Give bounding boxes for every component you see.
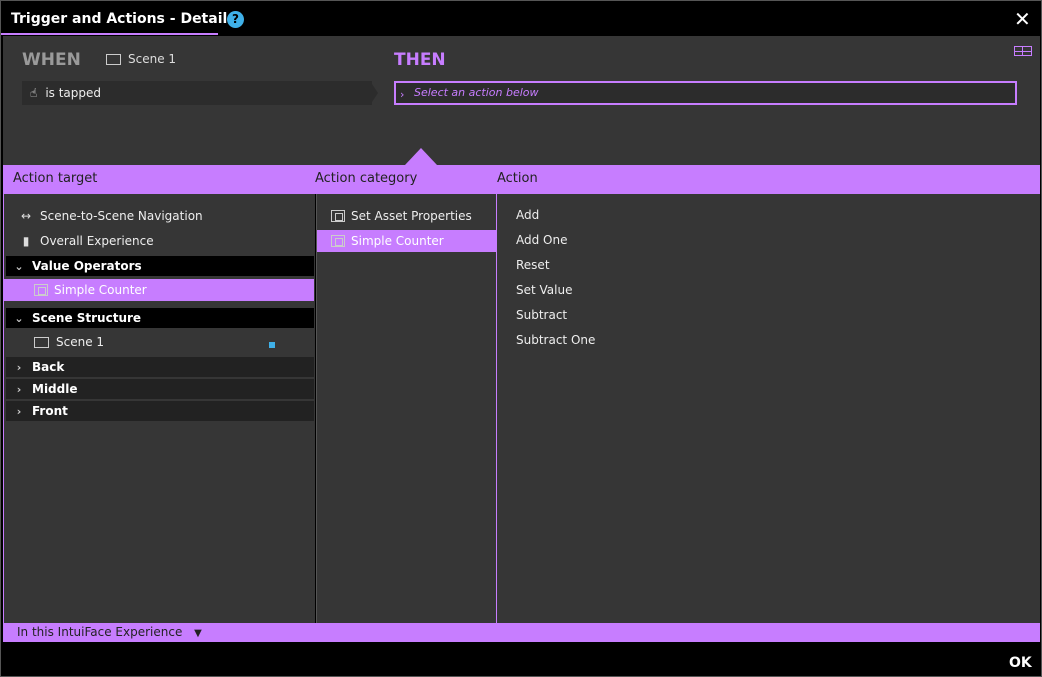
target-label: Simple Counter — [54, 283, 147, 297]
trigger-summary-panel: WHEN Scene 1 ☝ is tapped THEN › Select a… — [3, 36, 1040, 165]
action-list: Add Add One Reset Set Value Subtract Sub… — [496, 194, 1040, 623]
target-label: Scene 1 — [56, 335, 105, 349]
group-label: Middle — [32, 382, 78, 396]
target-scene-navigation[interactable]: ↔ Scene-to-Scene Navigation — [18, 205, 203, 227]
title-bar: Trigger and Actions - Details ? ✕ — [1, 1, 1041, 36]
chevron-down-icon: ▼ — [194, 628, 202, 639]
target-label: Scene-to-Scene Navigation — [40, 209, 203, 223]
navigation-arrows-icon: ↔ — [20, 209, 32, 223]
scope-selector[interactable]: In this IntuiFace Experience ▼ — [3, 623, 1040, 642]
group-label: Front — [32, 404, 68, 418]
target-scene-1[interactable]: Scene 1 — [34, 331, 104, 353]
action-add[interactable]: Add — [516, 208, 539, 222]
action-placeholder: Select an action below — [414, 86, 539, 99]
category-set-asset-properties[interactable]: Set Asset Properties — [331, 205, 472, 227]
trigger-source-label: Scene 1 — [128, 52, 177, 66]
target-label: Overall Experience — [40, 234, 154, 248]
trigger-event[interactable]: ☝ is tapped — [22, 81, 372, 105]
group-scene-structure[interactable]: ⌄ Scene Structure — [6, 308, 314, 328]
group-value-operators[interactable]: ⌄ Value Operators — [6, 256, 314, 276]
when-label: WHEN — [22, 50, 81, 70]
target-overall-experience[interactable]: ▮ Overall Experience — [18, 230, 154, 252]
group-middle[interactable]: › Middle — [6, 379, 314, 399]
action-category-list: Set Asset Properties Simple Counter — [316, 194, 496, 623]
chevron-right-icon: › — [16, 360, 22, 374]
grid-icon[interactable] — [1014, 46, 1032, 56]
title-underline — [1, 33, 218, 35]
group-label: Value Operators — [32, 259, 142, 273]
action-target-header: Action target — [13, 171, 98, 186]
category-simple-counter[interactable]: Simple Counter — [317, 230, 496, 252]
trigger-arrow — [370, 81, 378, 105]
counter-icon — [34, 284, 48, 296]
group-label: Back — [32, 360, 65, 374]
selected-action-field[interactable]: › Select an action below — [394, 81, 1017, 105]
category-label: Simple Counter — [351, 234, 444, 248]
action-category-header: Action category — [315, 171, 418, 186]
action-set-value[interactable]: Set Value — [516, 283, 572, 297]
dialog-window: Trigger and Actions - Details ? ✕ WHEN S… — [0, 0, 1042, 677]
chevron-right-icon: › — [400, 88, 405, 101]
help-icon[interactable]: ? — [227, 11, 244, 28]
action-header: Action — [497, 171, 538, 186]
counter-icon — [331, 235, 345, 247]
action-reset[interactable]: Reset — [516, 258, 550, 272]
group-front[interactable]: › Front — [6, 401, 314, 421]
dialog-title: Trigger and Actions - Details — [11, 11, 236, 27]
hand-tap-icon: ☝ — [30, 86, 38, 100]
chevron-down-icon: ⌄ — [14, 311, 24, 325]
experience-icon: ▮ — [22, 234, 30, 248]
selection-pointer — [405, 148, 437, 165]
category-label: Set Asset Properties — [351, 209, 472, 223]
trigger-event-label: is tapped — [45, 86, 102, 100]
chevron-right-icon: › — [16, 404, 22, 418]
group-label: Scene Structure — [32, 311, 142, 325]
properties-icon — [331, 210, 345, 222]
target-simple-counter[interactable]: Simple Counter — [4, 279, 314, 301]
action-subtract-one[interactable]: Subtract One — [516, 333, 595, 347]
chevron-right-icon: › — [16, 382, 22, 396]
column-header-row: Action target Action category Action — [3, 165, 1040, 194]
scene-icon — [106, 53, 121, 65]
group-back[interactable]: › Back — [6, 357, 314, 377]
status-indicator — [269, 342, 275, 348]
trigger-source: Scene 1 — [106, 52, 176, 66]
action-subtract[interactable]: Subtract — [516, 308, 567, 322]
then-label: THEN — [394, 50, 446, 70]
chevron-down-icon: ⌄ — [14, 259, 24, 273]
close-icon[interactable]: ✕ — [1014, 7, 1031, 31]
action-target-list: ↔ Scene-to-Scene Navigation ▮ Overall Ex… — [3, 194, 315, 623]
scope-label: In this IntuiFace Experience — [17, 625, 183, 639]
action-add-one[interactable]: Add One — [516, 233, 567, 247]
ok-button[interactable]: OK — [1009, 655, 1032, 671]
scene-icon — [34, 336, 49, 348]
